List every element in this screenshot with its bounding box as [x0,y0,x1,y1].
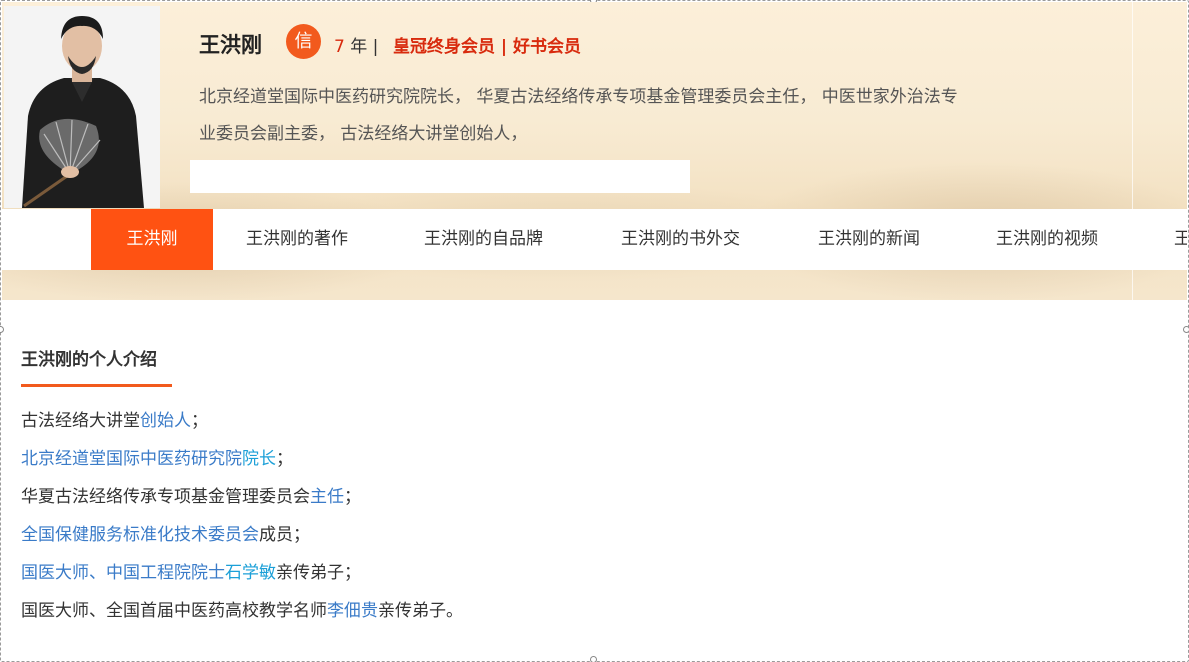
tab-self-brand[interactable]: 王洪刚的自品牌 [424,209,543,270]
list-item: 国医大师、中国工程院院士石学敏亲传弟子； [21,554,463,592]
tab-videos[interactable]: 王洪刚的视频 [996,209,1098,270]
years-suffix: 年 | [344,37,379,57]
intro-link[interactable]: 石学敏 [225,563,276,583]
intro-text: 古法经络大讲堂 [21,411,140,431]
tab-book-diplomacy[interactable]: 王洪刚的书外交 [621,209,740,270]
resize-handle-right[interactable] [1183,326,1189,333]
intro-link[interactable]: 北京经道堂国际中医药研究院 [21,449,242,469]
list-item: 北京经道堂国际中医药研究院院长； [21,440,463,478]
bio-line: 业委员会副主委， 古法经络大讲堂创始人， [199,124,528,144]
intro-link[interactable]: 主任 [310,487,344,507]
intro-list: 古法经络大讲堂创始人； 北京经道堂国际中医药研究院院长； 华夏古法经络传承专项基… [21,402,463,630]
intro-text: ； [276,449,293,469]
verified-badge-icon[interactable]: 信 [286,24,321,59]
intro-text: ； [191,411,208,431]
blank-banner-area [190,160,690,193]
intro-link[interactable]: 李佃贵 [327,601,378,621]
bio-line: 北京经道堂国际中医药研究院院长， 华夏古法经络传承专项基金管理委员会主任， 中医… [199,87,958,107]
vip-membership-label[interactable]: 皇冠终身会员 | 好书会员 [393,32,581,57]
tab-news[interactable]: 王洪刚的新闻 [818,209,920,270]
intro-text: 华夏古法经络传承专项基金管理委员会 [21,487,310,507]
section-title-underline [21,384,172,387]
intro-link[interactable]: 全国保健服务标准化技术委员会 [21,525,259,545]
section-title: 王洪刚的个人介绍 [21,350,157,370]
years-number: 7 [334,37,345,57]
intro-text: ； [344,487,361,507]
tab-works[interactable]: 王洪刚的著作 [246,209,348,270]
membership-years: 7 年 | [334,32,378,57]
author-nav-tabs: 王洪刚 王洪刚的著作 王洪刚的自品牌 王洪刚的书外交 王洪刚的新闻 王洪刚的视频… [2,209,1187,270]
author-portrait-image [4,6,160,208]
intro-text: 国医大师、全国首届中医药高校教学名师 [21,601,327,621]
avatar[interactable] [4,6,160,208]
tab-more-truncated[interactable]: 王 [1174,209,1187,270]
intro-text: 亲传弟子； [276,563,361,583]
intro-link[interactable]: 国医大师、中国工程院院士 [21,563,225,583]
author-bio: 北京经道堂国际中医药研究院院长， 华夏古法经络传承专项基金管理委员会主任， 中医… [199,79,1059,153]
list-item: 国医大师、全国首届中医药高校教学名师李佃贵亲传弟子。 [21,592,463,630]
list-item: 全国保健服务标准化技术委员会成员； [21,516,463,554]
author-name: 王洪刚 [199,33,262,57]
intro-link[interactable]: 创始人 [140,411,191,431]
resize-handle-bottom[interactable] [590,656,597,662]
intro-link[interactable]: 院长 [242,449,276,469]
list-item: 古法经络大讲堂创始人； [21,402,463,440]
intro-text: 亲传弟子。 [378,601,463,621]
list-item: 华夏古法经络传承专项基金管理委员会主任； [21,478,463,516]
intro-text: 成员； [259,525,310,545]
tab-author-home[interactable]: 王洪刚 [91,209,213,270]
